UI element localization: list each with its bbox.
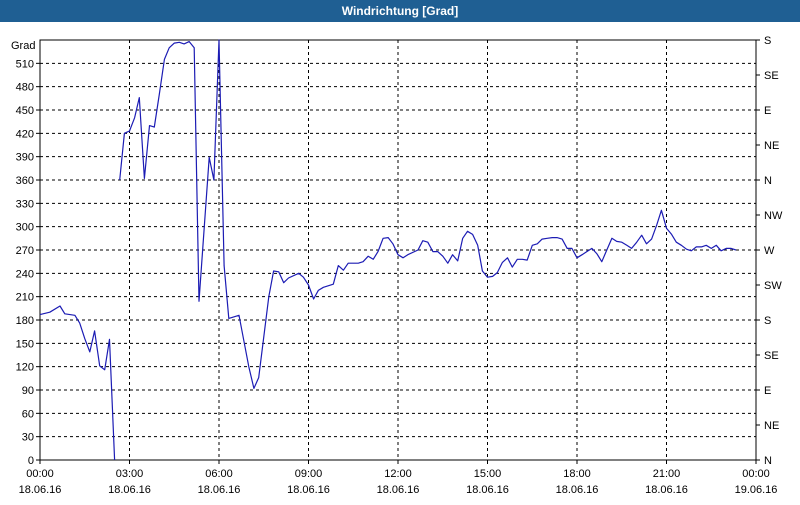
x-tick-time: 00:00 (742, 468, 770, 480)
x-tick-date: 18.06.16 (287, 484, 330, 496)
right-tick-label: S (764, 35, 771, 47)
x-tick-date: 18.06.16 (645, 484, 688, 496)
chart-area: 0 30 60 90 120 150 180 210 240 270 300 330 360 390 420… (0, 22, 800, 500)
right-axis: N NE E SE S SW W NW N NE E SE S (756, 35, 783, 467)
y-tick-label: 330 (16, 198, 34, 210)
x-axis: 00:00 18.06.16 03:00 18.06.16 06:00 18.06.16 0… (19, 460, 778, 496)
right-tick-label: S (764, 315, 771, 327)
x-tick-time: 21:00 (653, 468, 681, 480)
y-tick-label: 150 (16, 338, 34, 350)
chart-title: Windrichtung [Grad] (341, 4, 459, 18)
x-tick-date: 18.06.16 (198, 484, 241, 496)
y-tick-label: 510 (16, 58, 34, 70)
y-tick-label: 30 (22, 432, 34, 444)
y-tick-label: 270 (16, 245, 34, 257)
y-tick-label: 0 (28, 455, 34, 467)
y-tick-label: 90 (22, 385, 34, 397)
x-tick-time: 00:00 (26, 468, 54, 480)
y-tick-label: 480 (16, 82, 34, 94)
x-tick-date: 18.06.16 (108, 484, 151, 496)
y-axis-label: Grad (11, 40, 35, 52)
right-tick-label: SE (764, 350, 779, 362)
y-tick-label: 120 (16, 362, 34, 374)
right-tick-label: E (764, 385, 771, 397)
right-tick-label: N (764, 175, 772, 187)
x-tick-time: 18:00 (563, 468, 591, 480)
right-tick-label: N (764, 455, 772, 467)
y-tick-label: 180 (16, 315, 34, 327)
x-tick-time: 09:00 (295, 468, 323, 480)
y-tick-label: 210 (16, 292, 34, 304)
y-tick-label: 300 (16, 222, 34, 234)
x-tick-date: 18.06.16 (19, 484, 62, 496)
y-tick-label: 450 (16, 105, 34, 117)
x-tick-date: 18.06.16 (556, 484, 599, 496)
x-tick-date: 18.06.16 (466, 484, 509, 496)
y-tick-label: 420 (16, 128, 34, 140)
wind-direction-chart: 0 30 60 90 120 150 180 210 240 270 300 330 360 390 420… (11, 35, 783, 496)
x-tick-date: 18.06.16 (377, 484, 420, 496)
y-tick-label: 60 (22, 408, 34, 420)
right-tick-label: SE (764, 70, 779, 82)
chart-title-bar: Windrichtung [Grad] (0, 0, 800, 22)
y-tick-label: 240 (16, 268, 34, 280)
x-tick-time: 15:00 (474, 468, 502, 480)
y-tick-label: 390 (16, 152, 34, 164)
right-tick-label: W (764, 245, 775, 257)
right-tick-label: NE (764, 140, 779, 152)
right-tick-label: NE (764, 420, 779, 432)
x-tick-time: 12:00 (384, 468, 412, 480)
left-axis: 0 30 60 90 120 150 180 210 240 270 300 330 360 390 420… (16, 58, 40, 467)
right-tick-label: SW (764, 280, 782, 292)
x-tick-time: 06:00 (205, 468, 233, 480)
right-tick-label: E (764, 105, 771, 117)
y-tick-label: 360 (16, 175, 34, 187)
right-tick-label: NW (764, 210, 783, 222)
x-tick-time: 03:00 (116, 468, 144, 480)
x-tick-date: 19.06.16 (735, 484, 778, 496)
